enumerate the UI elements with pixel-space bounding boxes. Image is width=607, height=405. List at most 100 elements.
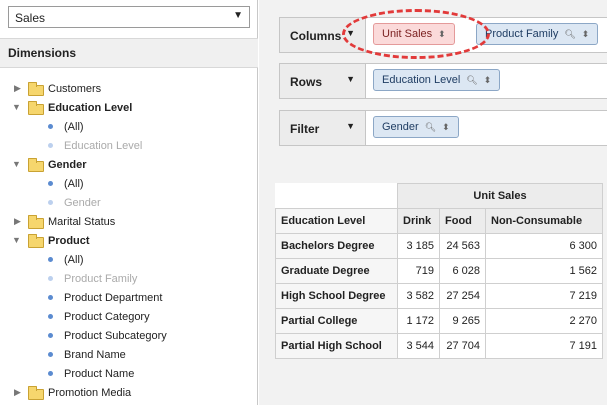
row-header[interactable]: High School Degree: [275, 283, 398, 309]
tree-level-label: Product Subcategory: [64, 330, 167, 342]
rows-axis-label: Rows: [290, 75, 323, 89]
chip-unit-sales[interactable]: Unit Sales ⬍: [373, 23, 455, 45]
tree-item-label: Promotion Media: [48, 387, 132, 399]
columns-axis-header[interactable]: Columns ▼: [280, 18, 366, 52]
filter-axis[interactable]: Filter ▼ Gender 🔍︎ ⬍: [279, 110, 607, 146]
table-cell: 719: [397, 258, 440, 284]
table-cell: 7 219: [485, 283, 603, 309]
query-panel: Columns ▼ Unit Sales ⬍ Product Family 🔍︎ ⬍ …: [259, 0, 607, 405]
collapse-arrow-icon[interactable]: ▼: [12, 235, 21, 245]
row-header[interactable]: Bachelors Degree: [275, 233, 398, 259]
level-dot-icon: [48, 352, 53, 357]
cube-select[interactable]: Sales ▼: [8, 6, 250, 28]
table-corner: [276, 184, 398, 209]
tree-item-label: Marital Status: [48, 216, 116, 228]
tree-level-label: (All): [64, 178, 84, 190]
table-cell: 2 270: [485, 308, 603, 334]
caret-down-icon[interactable]: ▼: [346, 121, 355, 131]
level-dot-icon: [48, 200, 53, 205]
filter-axis-header[interactable]: Filter ▼: [280, 111, 366, 145]
sort-updown-icon[interactable]: ⬍: [484, 75, 492, 85]
row-header[interactable]: Partial College: [275, 308, 398, 334]
caret-down-icon[interactable]: ▼: [346, 28, 355, 38]
expand-arrow-icon[interactable]: ▶: [14, 216, 21, 227]
table-cell: 1 172: [397, 308, 440, 334]
level-dot-icon: [48, 276, 53, 281]
tree-level-label: Product Department: [64, 292, 163, 304]
zoom-icon[interactable]: 🔍︎: [466, 75, 477, 85]
pivot-table: Unit Sales Education Level Drink Food No…: [275, 183, 603, 359]
table-cell: 3 185: [397, 233, 440, 259]
table-row: High School Degree 3 582 27 254 7 219: [275, 283, 603, 309]
cube-select-value: Sales: [15, 11, 46, 25]
tree-level-label: Product Category: [64, 311, 150, 323]
zoom-icon[interactable]: 🔍︎: [564, 29, 575, 39]
row-header[interactable]: Partial High School: [275, 333, 398, 359]
tree-level-label: Product Family: [64, 273, 138, 285]
columns-axis-label: Columns: [290, 29, 342, 43]
rows-axis-header[interactable]: Rows ▼: [280, 64, 366, 98]
folder-open-icon: [28, 158, 44, 172]
tree-item-label: Education Level: [48, 102, 133, 114]
measure-header[interactable]: Unit Sales: [397, 183, 603, 209]
folder-icon: [28, 386, 44, 400]
tree-level-label: Education Level: [64, 140, 143, 152]
table-cell: 3 582: [397, 283, 440, 309]
column-header[interactable]: Drink: [397, 208, 440, 234]
table-cell: 9 265: [439, 308, 486, 334]
tree-item-label: Gender: [48, 159, 87, 171]
column-header[interactable]: Food: [439, 208, 486, 234]
collapse-arrow-icon[interactable]: ▼: [12, 102, 21, 112]
table-cell: 27 704: [439, 333, 486, 359]
collapse-arrow-icon[interactable]: ▼: [12, 159, 21, 169]
columns-axis[interactable]: Columns ▼ Unit Sales ⬍ Product Family 🔍︎ ⬍: [279, 17, 607, 53]
dimensions-header: Dimensions: [0, 38, 258, 68]
tree-item-label: Customers: [48, 83, 102, 95]
table-cell: 6 300: [485, 233, 603, 259]
table-cell: 6 028: [439, 258, 486, 284]
sort-updown-icon[interactable]: ⬍: [442, 122, 450, 132]
table-row: Partial College 1 172 9 265 2 270: [275, 308, 603, 334]
tree-item-label: Product: [48, 235, 90, 247]
column-header[interactable]: Non-Consumable: [485, 208, 603, 234]
table-row: Partial High School 3 544 27 704 7 191: [275, 333, 603, 359]
table-cell: 3 544: [397, 333, 440, 359]
level-dot-icon: [48, 314, 53, 319]
zoom-icon[interactable]: 🔍︎: [425, 122, 436, 132]
tree-level-label: (All): [64, 121, 84, 133]
row-header[interactable]: Graduate Degree: [275, 258, 398, 284]
chevron-down-icon: ▼: [233, 10, 243, 21]
expand-arrow-icon[interactable]: ▶: [14, 83, 21, 94]
level-dot-icon: [48, 181, 53, 186]
tree-level-label: Gender: [64, 197, 101, 209]
caret-down-icon[interactable]: ▼: [346, 74, 355, 84]
table-row: Graduate Degree 719 6 028 1 562: [275, 258, 603, 284]
table-cell: 24 563: [439, 233, 486, 259]
row-dimension-header[interactable]: Education Level: [275, 208, 398, 234]
chip-label: Product Family: [485, 28, 559, 40]
table-cell: 7 191: [485, 333, 603, 359]
tree-level-label: Product Name: [64, 368, 135, 380]
chip-product-family[interactable]: Product Family 🔍︎ ⬍: [476, 23, 599, 45]
tree-level-label: (All): [64, 254, 84, 266]
folder-icon: [28, 215, 44, 229]
chip-education-level[interactable]: Education Level 🔍︎ ⬍: [373, 69, 501, 91]
chip-label: Unit Sales: [382, 28, 433, 40]
level-dot-icon: [48, 295, 53, 300]
level-dot-icon: [48, 257, 53, 262]
sort-updown-icon[interactable]: ⬍: [582, 29, 590, 39]
level-dot-icon: [48, 333, 53, 338]
chip-label: Gender: [382, 121, 419, 133]
table-cell: 1 562: [485, 258, 603, 284]
table-row: Bachelors Degree 3 185 24 563 6 300: [275, 233, 603, 259]
rows-axis[interactable]: Rows ▼ Education Level 🔍︎ ⬍: [279, 63, 607, 99]
level-dot-icon: [48, 371, 53, 376]
chip-label: Education Level: [382, 74, 461, 86]
chip-gender[interactable]: Gender 🔍︎ ⬍: [373, 116, 459, 138]
expand-arrow-icon[interactable]: ▶: [14, 387, 21, 398]
dimensions-panel: Sales ▼ Dimensions ▶ Customers ▼ Educati…: [0, 0, 258, 405]
level-dot-icon: [48, 124, 53, 129]
folder-open-icon: [28, 234, 44, 248]
tree-level-label: Brand Name: [64, 349, 126, 361]
sort-updown-icon[interactable]: ⬍: [438, 29, 446, 39]
